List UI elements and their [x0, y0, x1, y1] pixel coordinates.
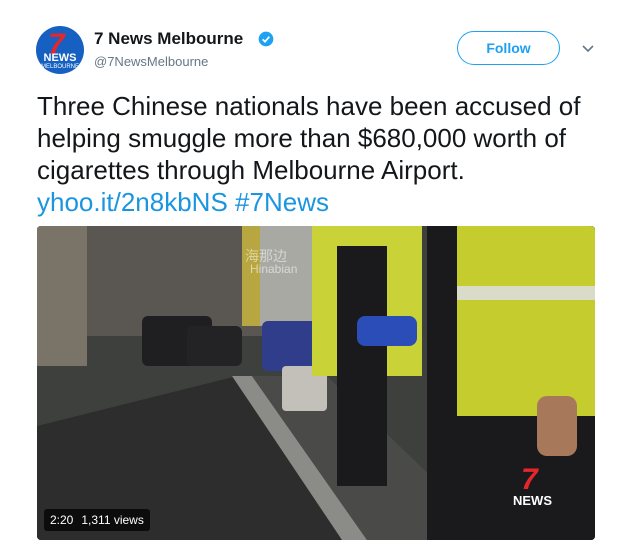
account-handle[interactable]: @7NewsMelbourne [94, 54, 208, 69]
video-duration: 2:20 [50, 513, 74, 527]
video-player[interactable]: 海那边 Hinabian 7 NEWS [37, 226, 595, 540]
account-name[interactable]: 7 News Melbourne [94, 29, 243, 49]
video-views: 1,311 views [81, 513, 144, 527]
watermark-en: Hinabian [250, 262, 298, 276]
avatar[interactable]: 7 NEWS MELBOURNE [36, 26, 84, 74]
verified-badge-icon [258, 31, 274, 47]
video-frame [37, 226, 595, 540]
chevron-down-icon[interactable] [580, 40, 596, 56]
channel-logo-news: NEWS [513, 493, 552, 508]
avatar-news-label: NEWS [43, 52, 77, 64]
channel-logo-seven: 7 [521, 463, 538, 496]
tweet-link[interactable]: yhoo.it/2n8kbNS [37, 187, 228, 217]
hashtag-link[interactable]: #7News [235, 187, 329, 217]
video-stats-badge: 2:20 1,311 views [44, 509, 150, 531]
tweet-body: Three Chinese nationals have been accuse… [37, 91, 581, 185]
avatar-sub-label: MELBOURNE [40, 64, 79, 70]
follow-button[interactable]: Follow [457, 31, 560, 65]
tweet-text: Three Chinese nationals have been accuse… [37, 90, 607, 218]
